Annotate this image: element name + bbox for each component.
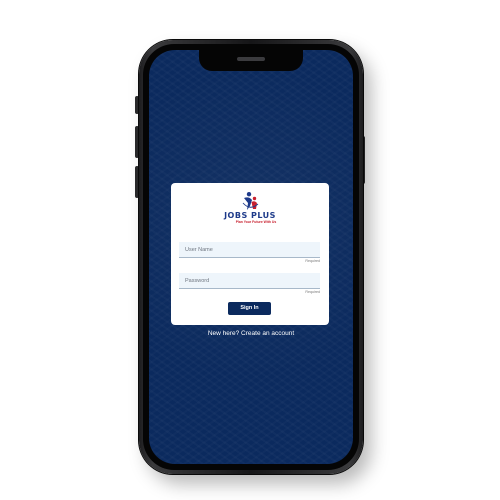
speaker-grille [237,57,265,61]
logo-wordmark: JOBS PLUS [224,211,276,220]
username-input[interactable] [179,242,320,258]
stage: JOBS PLUS Plan Your Future With Us Requi… [0,0,500,500]
jobs-plus-people-logo-icon [242,192,259,210]
login-card: JOBS PLUS Plan Your Future With Us Requi… [171,183,329,325]
username-required-hint: Required [305,259,320,263]
logo-tagline: Plan Your Future With Us [235,220,277,224]
app-logo: JOBS PLUS Plan Your Future With Us [171,191,329,231]
sign-in-button[interactable]: Sign In [228,302,271,315]
password-input[interactable] [179,273,320,289]
phone-screen: JOBS PLUS Plan Your Future With Us Requi… [149,50,353,464]
create-account-link[interactable]: New here? Create an account [149,330,353,337]
phone-notch [199,50,303,71]
password-required-hint: Required [305,290,320,294]
